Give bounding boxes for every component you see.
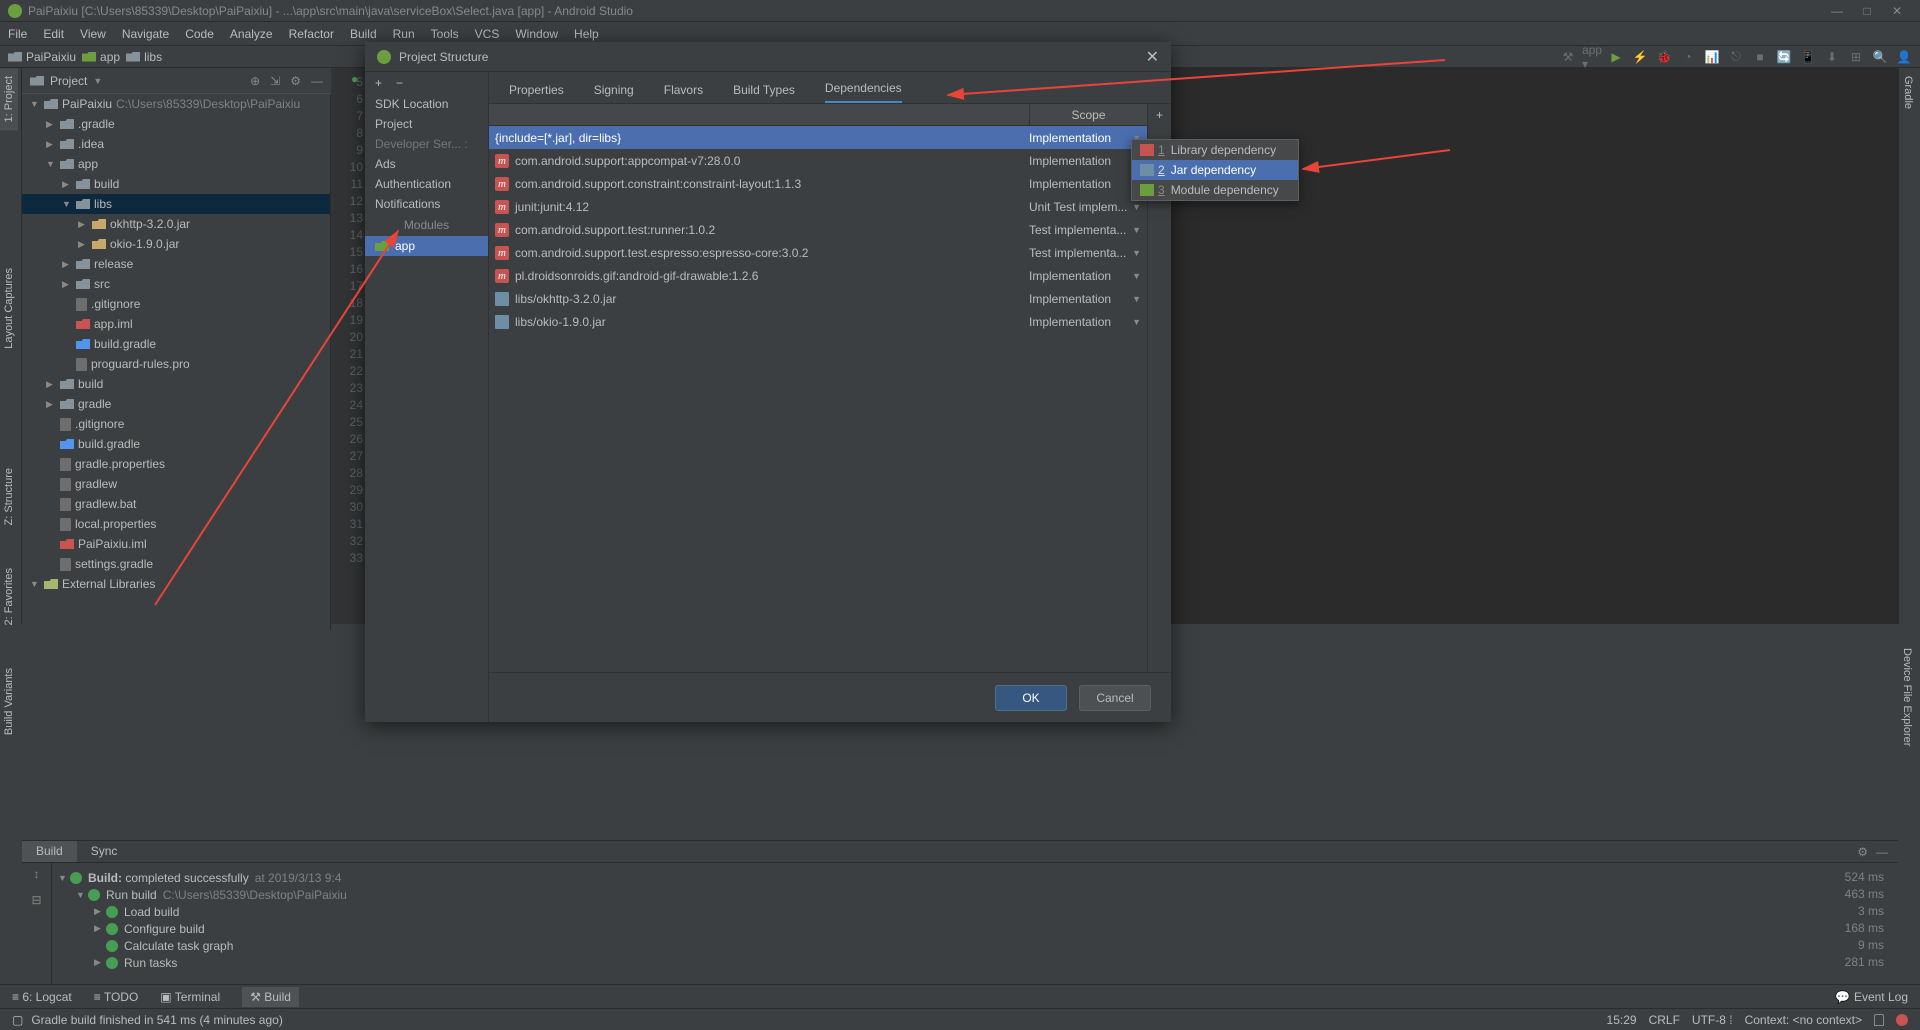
dependency-row[interactable]: m com.android.support.constraint:constrai… bbox=[489, 172, 1147, 195]
popup-item-module-dependency[interactable]: 3 Module dependency bbox=[1132, 180, 1298, 200]
popup-shortcut: 2 bbox=[1158, 163, 1165, 177]
maven-icon: m bbox=[495, 223, 509, 237]
dependency-row[interactable]: m com.android.support.test.espresso:espre… bbox=[489, 241, 1147, 264]
dependency-row[interactable]: m com.android.support.test:runner:1.0.2Te… bbox=[489, 218, 1147, 241]
annotation-arrow-3 bbox=[1295, 145, 1455, 175]
tab-flavors[interactable]: Flavors bbox=[664, 83, 703, 103]
popup-label: Library dependency bbox=[1171, 143, 1276, 157]
dropdown-icon: ▼ bbox=[1132, 294, 1141, 304]
cat-authentication[interactable]: Authentication bbox=[365, 174, 488, 194]
dependency-row[interactable]: m pl.droidsonroids.gif:android-gif-drawab… bbox=[489, 264, 1147, 287]
dependency-name: com.android.support.test.espresso:espres… bbox=[515, 246, 1029, 260]
dependency-name: com.android.support.test:runner:1.0.2 bbox=[515, 223, 1029, 237]
overlay: Project Structure ✕ + − SDK Location Pro… bbox=[0, 0, 1920, 1030]
project-structure-dialog: Project Structure ✕ + − SDK Location Pro… bbox=[365, 42, 1171, 722]
cancel-button[interactable]: Cancel bbox=[1079, 685, 1151, 711]
dep-list[interactable]: Scope {include=[*.jar], dir=libs}Impleme… bbox=[489, 104, 1147, 672]
dialog-footer: OK Cancel bbox=[489, 672, 1171, 722]
module-label: app bbox=[395, 239, 415, 253]
maven-icon: m bbox=[495, 177, 509, 191]
android-studio-icon bbox=[377, 50, 391, 64]
dialog-main: Properties Signing Flavors Build Types D… bbox=[489, 72, 1171, 722]
maven-icon: m bbox=[495, 154, 509, 168]
dropdown-icon: ▼ bbox=[1132, 271, 1141, 281]
dependency-row[interactable]: m junit:junit:4.12Unit Test implem...▼ bbox=[489, 195, 1147, 218]
scope-selector[interactable]: Implementation▼ bbox=[1029, 131, 1141, 145]
scope-selector[interactable]: Unit Test implem...▼ bbox=[1029, 200, 1141, 214]
dropdown-icon: ▼ bbox=[1132, 225, 1141, 235]
dependency-name: libs/okhttp-3.2.0.jar bbox=[515, 292, 1029, 306]
popup-icon bbox=[1140, 144, 1154, 156]
add-icon[interactable]: + bbox=[375, 76, 382, 90]
popup-shortcut: 3 bbox=[1158, 183, 1165, 197]
dialog-sidebar: + − SDK Location Project Developer Ser..… bbox=[365, 72, 489, 722]
dependency-name: com.android.support:appcompat-v7:28.0.0 bbox=[515, 154, 1029, 168]
module-app[interactable]: app bbox=[365, 236, 488, 256]
popup-icon bbox=[1140, 164, 1154, 176]
dep-name-column bbox=[489, 104, 1029, 125]
popup-label: Module dependency bbox=[1171, 183, 1279, 197]
cat-sdk-location[interactable]: SDK Location bbox=[365, 94, 488, 114]
scope-selector[interactable]: Test implementa...▼ bbox=[1029, 246, 1141, 260]
dependencies-table: Scope {include=[*.jar], dir=libs}Impleme… bbox=[489, 104, 1171, 672]
dropdown-icon: ▼ bbox=[1132, 317, 1141, 327]
folder-icon bbox=[375, 241, 389, 251]
tab-signing[interactable]: Signing bbox=[594, 83, 634, 103]
add-dependency-icon[interactable]: + bbox=[1156, 108, 1163, 122]
tab-build-types[interactable]: Build Types bbox=[733, 83, 795, 103]
ok-button[interactable]: OK bbox=[995, 685, 1067, 711]
popup-item-library-dependency[interactable]: 1 Library dependency bbox=[1132, 140, 1298, 160]
cat-ads[interactable]: Ads bbox=[365, 154, 488, 174]
remove-icon[interactable]: − bbox=[396, 76, 403, 90]
tab-properties[interactable]: Properties bbox=[509, 83, 564, 103]
dependency-name: libs/okio-1.9.0.jar bbox=[515, 315, 1029, 329]
close-icon[interactable]: ✕ bbox=[1146, 47, 1159, 67]
cat-dev-services[interactable]: Developer Ser... : bbox=[365, 134, 488, 154]
jar-icon bbox=[495, 292, 509, 306]
dropdown-icon: ▼ bbox=[1132, 202, 1141, 212]
dependency-row[interactable]: {include=[*.jar], dir=libs}Implementatio… bbox=[489, 126, 1147, 149]
dialog-title: Project Structure bbox=[399, 50, 488, 64]
dependency-row[interactable]: libs/okhttp-3.2.0.jarImplementation▼ bbox=[489, 287, 1147, 310]
scope-selector[interactable]: Implementation▼ bbox=[1029, 269, 1141, 283]
dialog-tabs: Properties Signing Flavors Build Types D… bbox=[489, 72, 1171, 104]
dependency-row[interactable]: m com.android.support:appcompat-v7:28.0.0… bbox=[489, 149, 1147, 172]
dependency-name: junit:junit:4.12 bbox=[515, 200, 1029, 214]
scope-selector[interactable]: Implementation▼ bbox=[1029, 292, 1141, 306]
dependency-name: com.android.support.constraint:constrain… bbox=[515, 177, 1029, 191]
dependency-name: {include=[*.jar], dir=libs} bbox=[495, 131, 1029, 145]
cat-notifications[interactable]: Notifications bbox=[365, 194, 488, 214]
dropdown-icon: ▼ bbox=[1132, 248, 1141, 258]
scope-selector[interactable]: Implementation▼ bbox=[1029, 154, 1141, 168]
maven-icon: m bbox=[495, 200, 509, 214]
dep-header: Scope bbox=[489, 104, 1147, 126]
dependency-row[interactable]: libs/okio-1.9.0.jarImplementation▼ bbox=[489, 310, 1147, 333]
maven-icon: m bbox=[495, 269, 509, 283]
scope-selector[interactable]: Test implementa...▼ bbox=[1029, 223, 1141, 237]
scope-selector[interactable]: Implementation▼ bbox=[1029, 315, 1141, 329]
maven-icon: m bbox=[495, 246, 509, 260]
tab-dependencies[interactable]: Dependencies bbox=[825, 81, 902, 103]
dialog-body: + − SDK Location Project Developer Ser..… bbox=[365, 72, 1171, 722]
dep-scope-column: Scope bbox=[1029, 104, 1147, 125]
scope-selector[interactable]: Implementation▼ bbox=[1029, 177, 1141, 191]
popup-shortcut: 1 bbox=[1158, 143, 1165, 157]
dialog-title-bar[interactable]: Project Structure ✕ bbox=[365, 42, 1171, 72]
modules-header: Modules bbox=[365, 214, 488, 236]
jar-icon bbox=[495, 315, 509, 329]
dependency-name: pl.droidsonroids.gif:android-gif-drawabl… bbox=[515, 269, 1029, 283]
popup-icon bbox=[1140, 184, 1154, 196]
popup-label: Jar dependency bbox=[1171, 163, 1256, 177]
add-dependency-popup: 1 Library dependency 2 Jar dependency 3 Modul… bbox=[1131, 139, 1299, 201]
sidebar-add-remove: + − bbox=[365, 72, 488, 94]
cat-project[interactable]: Project bbox=[365, 114, 488, 134]
popup-item-jar-dependency[interactable]: 2 Jar dependency bbox=[1132, 160, 1298, 180]
